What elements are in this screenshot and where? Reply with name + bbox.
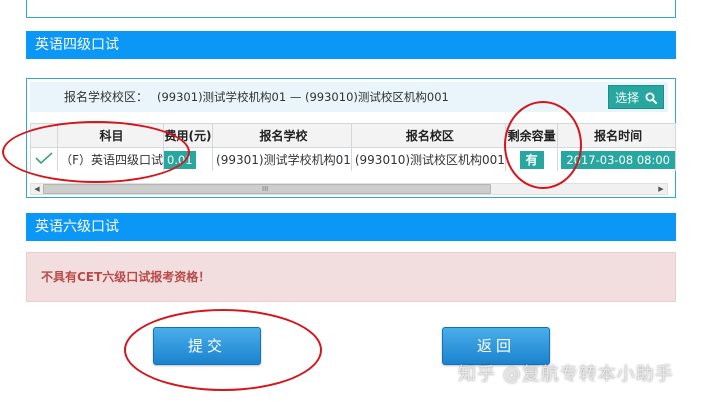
header-campus: 报名校区: [350, 123, 506, 148]
zhihu-watermark: 知乎 @复航专转本小助手: [458, 364, 674, 385]
cell-school: (99301)测试学校机构01: [212, 147, 352, 171]
previous-panel-bottom: [26, 0, 676, 18]
scroll-right-icon[interactable]: ▶: [656, 184, 666, 194]
scroll-left-icon[interactable]: ◀: [32, 184, 42, 194]
section-title-cet6: 英语六级口试: [35, 219, 119, 235]
cell-campus: (993010)测试校区机构001: [350, 147, 506, 171]
search-icon: [645, 92, 657, 104]
alert-message: 不具有CET六级口试报考资格！: [41, 270, 211, 284]
annotation-circle-submit: [124, 309, 322, 391]
section-title-cet4: 英语四级口试: [35, 37, 119, 53]
scrollbar-grip-icon: III: [262, 185, 269, 193]
select-button-label: 选择: [615, 91, 640, 105]
horizontal-scrollbar[interactable]: ◀ III ▶: [30, 183, 668, 195]
section-header-cet6-oral: 英语六级口试: [26, 213, 676, 241]
section-header-cet4-oral: 英语四级口试: [26, 31, 676, 59]
annotation-circle-capacity: [504, 101, 582, 189]
header-school: 报名学校: [212, 123, 352, 148]
school-campus-label: 报名学校校区：: [64, 90, 149, 104]
ineligible-alert: 不具有CET六级口试报考资格！: [26, 252, 676, 302]
select-school-button[interactable]: 选择: [608, 85, 664, 109]
annotation-circle-subject: [2, 121, 190, 183]
school-campus-value: (99301)测试学校机构01 — (993010)测试校区机构001: [157, 90, 449, 104]
scrollbar-thumb[interactable]: III: [43, 184, 491, 194]
school-campus-row: 报名学校校区： (99301)测试学校机构01 — (993010)测试校区机构…: [30, 82, 668, 112]
